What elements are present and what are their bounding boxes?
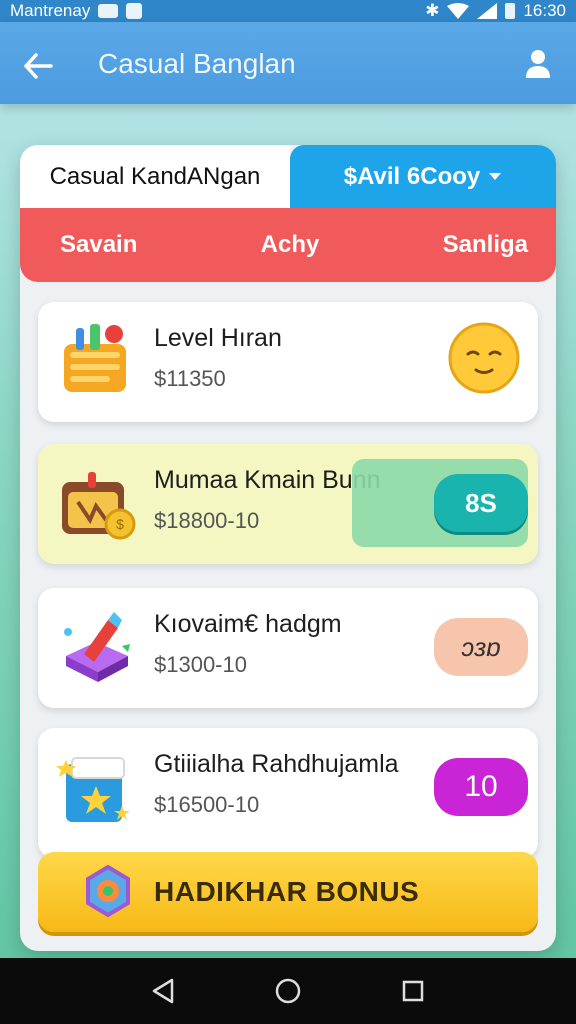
bonus-label: HADIKHAR BONUS xyxy=(154,876,420,907)
battery-icon xyxy=(505,3,516,19)
chevron-down-icon xyxy=(489,172,502,180)
page-title: Casual Banglan xyxy=(98,48,296,79)
card-price: $1300-10 xyxy=(154,652,247,677)
triangle-back-icon xyxy=(152,978,173,1004)
clock: 16:30 xyxy=(523,1,566,20)
app-bar: Casual Banglan xyxy=(0,22,576,104)
card-title: Gtiiialha Rahdhujamla xyxy=(154,750,399,778)
card-title: Mumaa Kmain Bunn xyxy=(154,466,381,494)
smiley-face-icon[interactable] xyxy=(446,322,522,398)
magic-box-icon xyxy=(64,612,130,682)
user-icon xyxy=(526,50,550,78)
status-left: Mantrenay xyxy=(10,1,143,21)
card-title: Kıovaim€ hadgm xyxy=(154,610,342,638)
treasure-chest-icon: $ xyxy=(62,472,136,540)
signal-icon xyxy=(477,3,498,19)
tab-casual[interactable]: Casual KandANgan xyxy=(20,145,290,208)
badge-button[interactable]: 10 xyxy=(434,758,528,816)
system-nav-bar xyxy=(0,958,576,1024)
filter-bar: Savain Achy Sanliga xyxy=(20,208,556,282)
main-panel: Casual KandANgan $Avil 6Cooy Savain Achy… xyxy=(20,145,556,951)
list-item[interactable]: Kıovaim€ hadgm $1300-10 ɔɜɒ xyxy=(38,588,538,708)
list-item[interactable]: $ Mumaa Kmain Bunn $18800-10 8S xyxy=(38,444,538,564)
square-recents-icon xyxy=(403,980,424,1002)
folder-gift-icon xyxy=(64,324,126,392)
card-price: $16500-10 xyxy=(154,792,260,817)
photo-icon xyxy=(98,4,119,18)
notification-icon xyxy=(126,3,143,19)
back-button[interactable] xyxy=(18,46,58,86)
badge-button[interactable]: 8S xyxy=(434,474,528,532)
wifi-icon xyxy=(447,3,470,19)
nav-recents-button[interactable] xyxy=(393,971,433,1011)
star-book-icon xyxy=(56,757,130,822)
status-bar: Mantrenay ✱ 16:30 xyxy=(0,0,576,22)
card-price: $18800-10 xyxy=(154,508,260,533)
badge-button[interactable]: ɔɜɒ xyxy=(434,618,528,676)
carrier-label: Mantrenay xyxy=(10,1,91,20)
filter-item-sanliga[interactable]: Sanliga xyxy=(443,231,528,259)
back-arrow-icon xyxy=(24,53,53,79)
bonus-button[interactable]: HADIKHAR BONUS xyxy=(38,852,538,932)
nav-back-button[interactable] xyxy=(143,971,183,1011)
tab-casual-label: Casual KandANgan xyxy=(49,162,261,190)
nav-home-button[interactable] xyxy=(268,971,308,1011)
card-title: Level Hıran xyxy=(154,324,282,352)
list-item[interactable]: Level Hıran $11350 xyxy=(38,302,538,422)
circle-home-icon xyxy=(275,978,301,1004)
status-right: ✱ 16:30 xyxy=(425,1,566,21)
profile-button[interactable] xyxy=(518,44,558,84)
bluetooth-icon: ✱ xyxy=(425,1,440,20)
gem-icon xyxy=(86,865,130,917)
filter-item-savain[interactable]: Savain xyxy=(60,231,137,259)
svg-text:$: $ xyxy=(116,516,124,532)
tab-dropdown[interactable]: $Avil 6Cooy xyxy=(290,145,556,208)
tab-dropdown-label: $Avil 6Cooy xyxy=(343,162,481,190)
list-item[interactable]: Gtiiialha Rahdhujamla $16500-10 10 xyxy=(38,728,538,858)
card-price: $11350 xyxy=(154,366,226,391)
filter-item-achy[interactable]: Achy xyxy=(261,231,320,259)
